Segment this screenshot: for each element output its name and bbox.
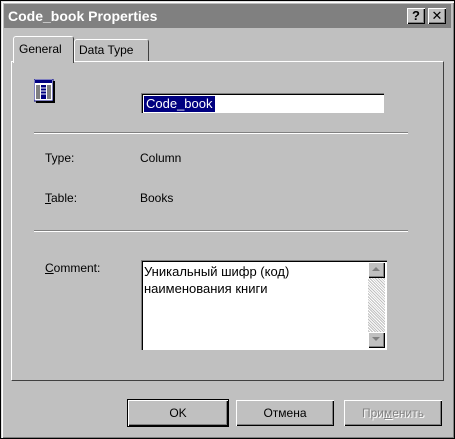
type-label: Type: xyxy=(45,151,75,165)
help-button[interactable]: ? xyxy=(407,8,425,24)
comment-scrollbar[interactable] xyxy=(368,262,385,348)
arrow-down-icon xyxy=(372,337,380,341)
comment-line: Уникальный шифр (код) xyxy=(144,264,290,279)
comment-label: Comment: xyxy=(45,261,100,275)
comment-textarea[interactable]: Уникальный шифр (код) наименования книги xyxy=(141,260,387,350)
tab-general[interactable]: General xyxy=(13,36,74,63)
arrow-up-icon xyxy=(372,267,380,271)
tab-data-type[interactable]: Data Type xyxy=(74,39,149,61)
apply-button-text-end: енить xyxy=(392,406,425,420)
general-tab-panel: Code_book Type: Column Table: Books Comm… xyxy=(11,61,444,381)
properties-dialog: Code_book Properties ? ✕ General Data Ty… xyxy=(0,0,455,439)
table-label-text: able: xyxy=(51,191,78,205)
separator xyxy=(34,132,408,134)
close-button[interactable]: ✕ xyxy=(428,8,446,24)
comment-label-text: omment: xyxy=(53,261,101,275)
dialog-title: Code_book Properties xyxy=(8,8,158,24)
ok-button[interactable]: OK xyxy=(128,400,228,426)
name-field-selected-text: Code_book xyxy=(144,96,215,112)
title-bar[interactable]: Code_book Properties ? ✕ xyxy=(4,4,451,28)
separator xyxy=(34,230,408,232)
table-value: Books xyxy=(140,191,174,205)
scroll-down-button[interactable] xyxy=(368,332,385,348)
close-icon: ✕ xyxy=(431,8,443,23)
comment-label-mnemonic: C xyxy=(45,261,54,275)
type-value: Column xyxy=(140,151,182,165)
apply-button-mnemonic: м xyxy=(384,406,393,420)
column-icon xyxy=(34,79,55,103)
tab-data-type-label: Data Type xyxy=(79,43,134,57)
scroll-up-button[interactable] xyxy=(368,262,385,278)
comment-line: наименования книги xyxy=(144,281,268,296)
name-field[interactable]: Code_book xyxy=(141,93,384,113)
help-icon: ? xyxy=(412,8,420,23)
comment-text: Уникальный шифр (код) наименования книги xyxy=(144,263,364,297)
tab-general-label: General xyxy=(19,42,62,56)
table-label: Table: xyxy=(45,191,77,205)
apply-button[interactable]: Применить xyxy=(344,400,442,426)
cancel-button[interactable]: Отмена xyxy=(236,400,334,426)
apply-button-text-start: При xyxy=(361,406,384,420)
